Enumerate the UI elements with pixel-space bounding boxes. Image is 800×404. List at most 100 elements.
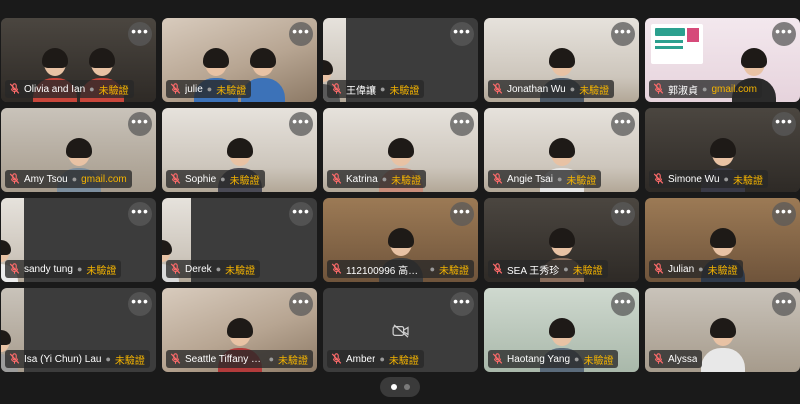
page-dot-1[interactable]: [390, 384, 397, 390]
mic-off-icon: [331, 173, 342, 185]
more-options-icon[interactable]: •••: [772, 22, 796, 46]
hair: [323, 60, 333, 75]
name-tag: 郭淑貞 ● gmail.com: [649, 80, 763, 98]
page-indicator[interactable]: [380, 377, 420, 397]
name-tag: Sophie ● 未驗證: [166, 170, 265, 188]
more-options-icon[interactable]: •••: [128, 22, 152, 46]
hair: [226, 318, 253, 338]
name-tag: Olivia and Ian ● 未驗證: [5, 80, 134, 98]
name-tag: Haotang Yang ● 未驗證: [488, 350, 619, 368]
verification-status: 未驗證: [229, 175, 260, 187]
verification-status: 未驗證: [732, 175, 763, 187]
more-options-icon[interactable]: •••: [772, 112, 796, 136]
hair: [88, 48, 115, 68]
verification-status: gmail.com: [711, 83, 758, 95]
more-options-icon[interactable]: •••: [450, 292, 474, 316]
hair: [387, 228, 414, 248]
separator-dot: ●: [429, 264, 435, 274]
page-dot-2[interactable]: [403, 384, 410, 390]
participant-tile[interactable]: ••• julie ● 未驗證: [162, 18, 317, 102]
more-options-icon[interactable]: •••: [128, 112, 152, 136]
mic-off-icon: [331, 263, 342, 275]
name-tag: Seattle Tiffany Kan ● 未驗證: [166, 350, 313, 368]
separator-dot: ●: [563, 264, 569, 274]
hair: [548, 228, 575, 248]
participant-name: Simone Wu: [668, 173, 720, 185]
more-options-icon[interactable]: •••: [450, 112, 474, 136]
participant-tile[interactable]: ••• sandy tung ● 未驗證: [1, 198, 156, 282]
mic-off-icon: [492, 83, 503, 95]
participant-name: Jonathan Wu: [507, 83, 566, 95]
mic-off-icon: [9, 83, 20, 95]
participant-tile[interactable]: ••• Amy Tsou ● gmail.com: [1, 108, 156, 192]
participant-tile[interactable]: ••• Angie Tsai ● 未驗證: [484, 108, 639, 192]
participant-tile[interactable]: ••• Seattle Tiffany Kan ● 未驗證: [162, 288, 317, 372]
hair: [203, 48, 230, 68]
name-tag: Katrina ● 未驗證: [327, 170, 427, 188]
more-options-icon[interactable]: •••: [611, 112, 635, 136]
separator-dot: ●: [268, 354, 274, 364]
mic-off-icon: [492, 353, 503, 365]
hair: [249, 48, 276, 68]
participant-name: Amber: [346, 353, 376, 365]
participant-name: Haotang Yang: [507, 353, 571, 365]
participant-tile[interactable]: ••• Julian ● 未驗證: [645, 198, 800, 282]
separator-dot: ●: [380, 84, 386, 94]
more-options-icon[interactable]: •••: [289, 202, 313, 226]
participant-name: SEA 王秀珍: [507, 265, 560, 277]
camera-off-icon: [392, 324, 410, 338]
separator-dot: ●: [698, 264, 704, 274]
more-options-icon[interactable]: •••: [289, 22, 313, 46]
separator-dot: ●: [220, 174, 226, 184]
more-options-icon[interactable]: •••: [772, 292, 796, 316]
participant-tile[interactable]: ••• Alyssa: [645, 288, 800, 372]
participant-name: Angie Tsai: [507, 173, 553, 185]
mic-off-icon: [492, 263, 503, 275]
participant-tile[interactable]: ••• Jonathan Wu ● 未驗證: [484, 18, 639, 102]
participant-name: Julian: [668, 263, 695, 275]
participant-tile[interactable]: ••• Derek ● 未驗證: [162, 198, 317, 282]
participant-tile[interactable]: ••• 王偉讓 ● 未驗證: [323, 18, 478, 102]
more-options-icon[interactable]: •••: [128, 292, 152, 316]
more-options-icon[interactable]: •••: [772, 202, 796, 226]
verification-status: 未驗證: [579, 85, 610, 97]
verification-status: 未驗證: [572, 265, 603, 277]
more-options-icon[interactable]: •••: [611, 202, 635, 226]
mic-off-icon: [331, 353, 342, 365]
participant-name: Derek: [185, 263, 212, 275]
name-tag: Amy Tsou ● gmail.com: [5, 170, 132, 188]
participant-tile[interactable]: ••• Katrina ● 未驗證: [323, 108, 478, 192]
separator-dot: ●: [206, 84, 213, 94]
participant-figure: [700, 318, 745, 372]
verification-status: 未驗證: [707, 265, 738, 277]
name-tag: Alyssa: [649, 350, 703, 368]
more-options-icon[interactable]: •••: [289, 292, 313, 316]
participant-tile[interactable]: ••• Olivia and Ian ● 未驗證: [1, 18, 156, 102]
separator-dot: ●: [569, 84, 576, 94]
participant-tile[interactable]: ••• Amber ● 未驗證: [323, 288, 478, 372]
participant-tile[interactable]: ••• Sophie ● 未驗證: [162, 108, 317, 192]
more-options-icon[interactable]: •••: [611, 292, 635, 316]
mic-off-icon: [492, 173, 503, 185]
more-options-icon[interactable]: •••: [611, 22, 635, 46]
mic-off-icon: [9, 353, 20, 365]
hair: [548, 48, 575, 68]
participant-tile[interactable]: ••• 112100996 高文吟 ● 未驗證: [323, 198, 478, 282]
participant-tile[interactable]: ••• SEA 王秀珍 ● 未驗證: [484, 198, 639, 282]
participant-tile[interactable]: ••• Isa (Yi Chun) Lau ● 未驗證: [1, 288, 156, 372]
hair: [740, 48, 767, 68]
mic-off-icon: [170, 83, 181, 95]
participant-tile[interactable]: ••• 郭淑貞 ● gmail.com: [645, 18, 800, 102]
more-options-icon[interactable]: •••: [289, 112, 313, 136]
participant-tile[interactable]: ••• Simone Wu ● 未驗證: [645, 108, 800, 192]
hair: [226, 138, 253, 158]
more-options-icon[interactable]: •••: [128, 202, 152, 226]
separator-dot: ●: [556, 174, 563, 184]
verification-status: 未驗證: [583, 355, 614, 367]
participant-tile[interactable]: ••• Haotang Yang ● 未驗證: [484, 288, 639, 372]
verification-status: 未驗證: [98, 85, 129, 97]
more-options-icon[interactable]: •••: [450, 202, 474, 226]
participant-name: Alyssa: [668, 353, 698, 365]
mic-off-icon: [170, 353, 181, 365]
more-options-icon[interactable]: •••: [450, 22, 474, 46]
